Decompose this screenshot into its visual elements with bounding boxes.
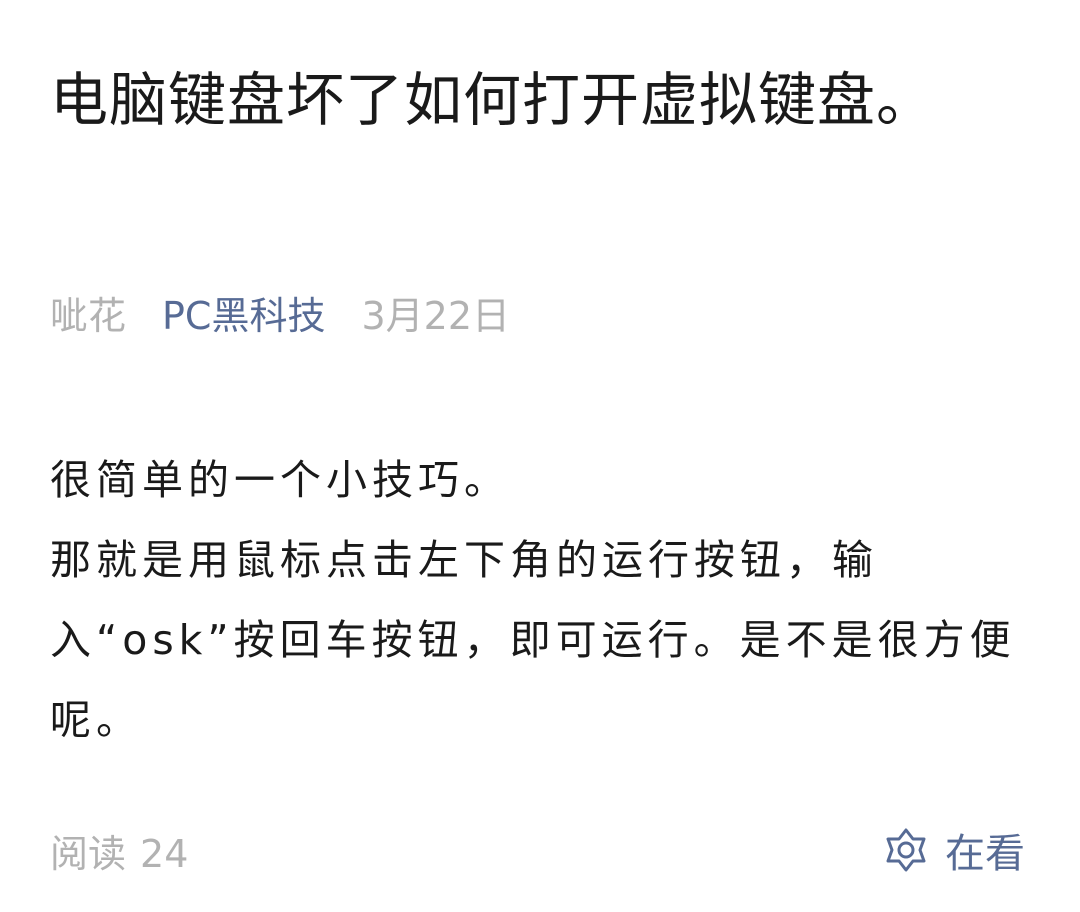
article-title: 电脑键盘坏了如何打开虚拟键盘。 bbox=[50, 66, 936, 134]
article-body: 很简单的一个小技巧。 那就是用鼠标点击左下角的运行按钮，输入“osk”按回车按钮… bbox=[50, 440, 1035, 760]
read-count-value: 24 bbox=[140, 831, 189, 876]
wow-star-icon bbox=[883, 827, 929, 873]
read-count-label: 阅读 bbox=[50, 831, 127, 876]
article-meta: 呲花 PC黑科技 3月22日 bbox=[50, 286, 510, 338]
body-paragraph: 很简单的一个小技巧。 bbox=[50, 456, 510, 504]
wow-button-label: 在看 bbox=[945, 831, 1025, 877]
author-name: 呲花 bbox=[50, 293, 127, 338]
account-name-link[interactable]: PC黑科技 bbox=[162, 285, 325, 340]
article-footer: 阅读 24 在看 bbox=[50, 818, 1025, 882]
article-container: 电脑键盘坏了如何打开虚拟键盘。 呲花 PC黑科技 3月22日 很简单的一个小技巧… bbox=[50, 0, 1040, 912]
publish-date: 3月22日 bbox=[361, 293, 510, 338]
wow-button[interactable]: 在看 bbox=[883, 821, 1025, 879]
body-paragraph: 那就是用鼠标点击左下角的运行按钮，输入“osk”按回车按钮，即可运行。是不是很方… bbox=[50, 536, 1016, 744]
read-count: 阅读 24 bbox=[50, 823, 188, 878]
